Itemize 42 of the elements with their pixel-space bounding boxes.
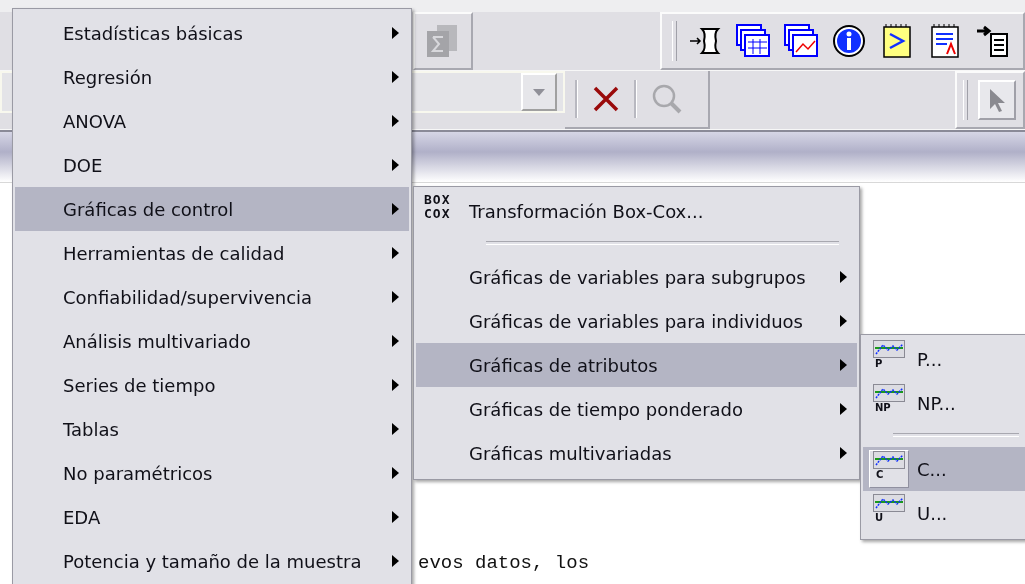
menu-item[interactable]: No paramétricos: [15, 451, 409, 495]
box-cox-icon: BOX COX: [424, 193, 451, 221]
menu-item[interactable]: Gráficas de variables para individuos: [416, 299, 857, 343]
dropdown-icon[interactable]: [533, 88, 545, 96]
menu-item[interactable]: ANOVA: [15, 99, 409, 143]
chart-icon: P: [869, 340, 909, 378]
line-chart-icon: [873, 384, 905, 402]
info-icon[interactable]: [832, 24, 866, 58]
menu-item[interactable]: Gráficas de atributos: [416, 343, 857, 387]
menu-item[interactable]: BOX COX Transformación Box-Cox...: [416, 189, 857, 233]
pointer-icon: [988, 87, 1006, 113]
pointer-button[interactable]: [978, 80, 1016, 120]
menu-item[interactable]: Herramientas de calidad: [15, 231, 409, 275]
menu-item[interactable]: Potencia y tamaño de la muestra: [15, 539, 409, 583]
menu-item[interactable]: P P...: [863, 337, 1025, 381]
prompt-notepad-icon[interactable]: [883, 24, 911, 58]
menu-item[interactable]: DOE: [15, 143, 409, 187]
table-windows-icon[interactable]: [736, 24, 770, 58]
menu-item[interactable]: Tablas: [15, 407, 409, 451]
menu-item[interactable]: Gráficas de control: [15, 187, 409, 231]
chart-windows-icon[interactable]: [784, 24, 818, 58]
chart-icon: C: [869, 450, 909, 488]
menu-item[interactable]: U U...: [863, 491, 1025, 535]
chart-icon: NP: [869, 384, 909, 422]
line-chart-icon: [873, 451, 905, 469]
line-chart-icon: [873, 494, 905, 512]
menu-item[interactable]: Gráficas multivariadas: [416, 431, 857, 475]
menu-item[interactable]: Gráficas de tiempo ponderado: [416, 387, 857, 431]
line-chart-icon: [873, 340, 905, 358]
session-text: evos datos, los: [418, 552, 591, 574]
chart-icon: U: [869, 494, 909, 532]
menu-item[interactable]: Series de tiempo: [15, 363, 409, 407]
menu-item[interactable]: Confiabilidad/supervivencia: [15, 275, 409, 319]
close-icon[interactable]: [592, 85, 620, 113]
menu-item[interactable]: Gráficas de variables para subgrupos: [416, 255, 857, 299]
arrow-document-icon[interactable]: [976, 24, 1010, 58]
menu-item[interactable]: Análisis multivariado: [15, 319, 409, 363]
report-notepad-icon[interactable]: [931, 24, 959, 58]
menu-item[interactable]: NP NP...: [863, 381, 1025, 425]
menu-item[interactable]: C C...: [863, 447, 1025, 491]
menu-item[interactable]: Regresión: [15, 55, 409, 99]
menu-item[interactable]: EDA: [15, 495, 409, 539]
